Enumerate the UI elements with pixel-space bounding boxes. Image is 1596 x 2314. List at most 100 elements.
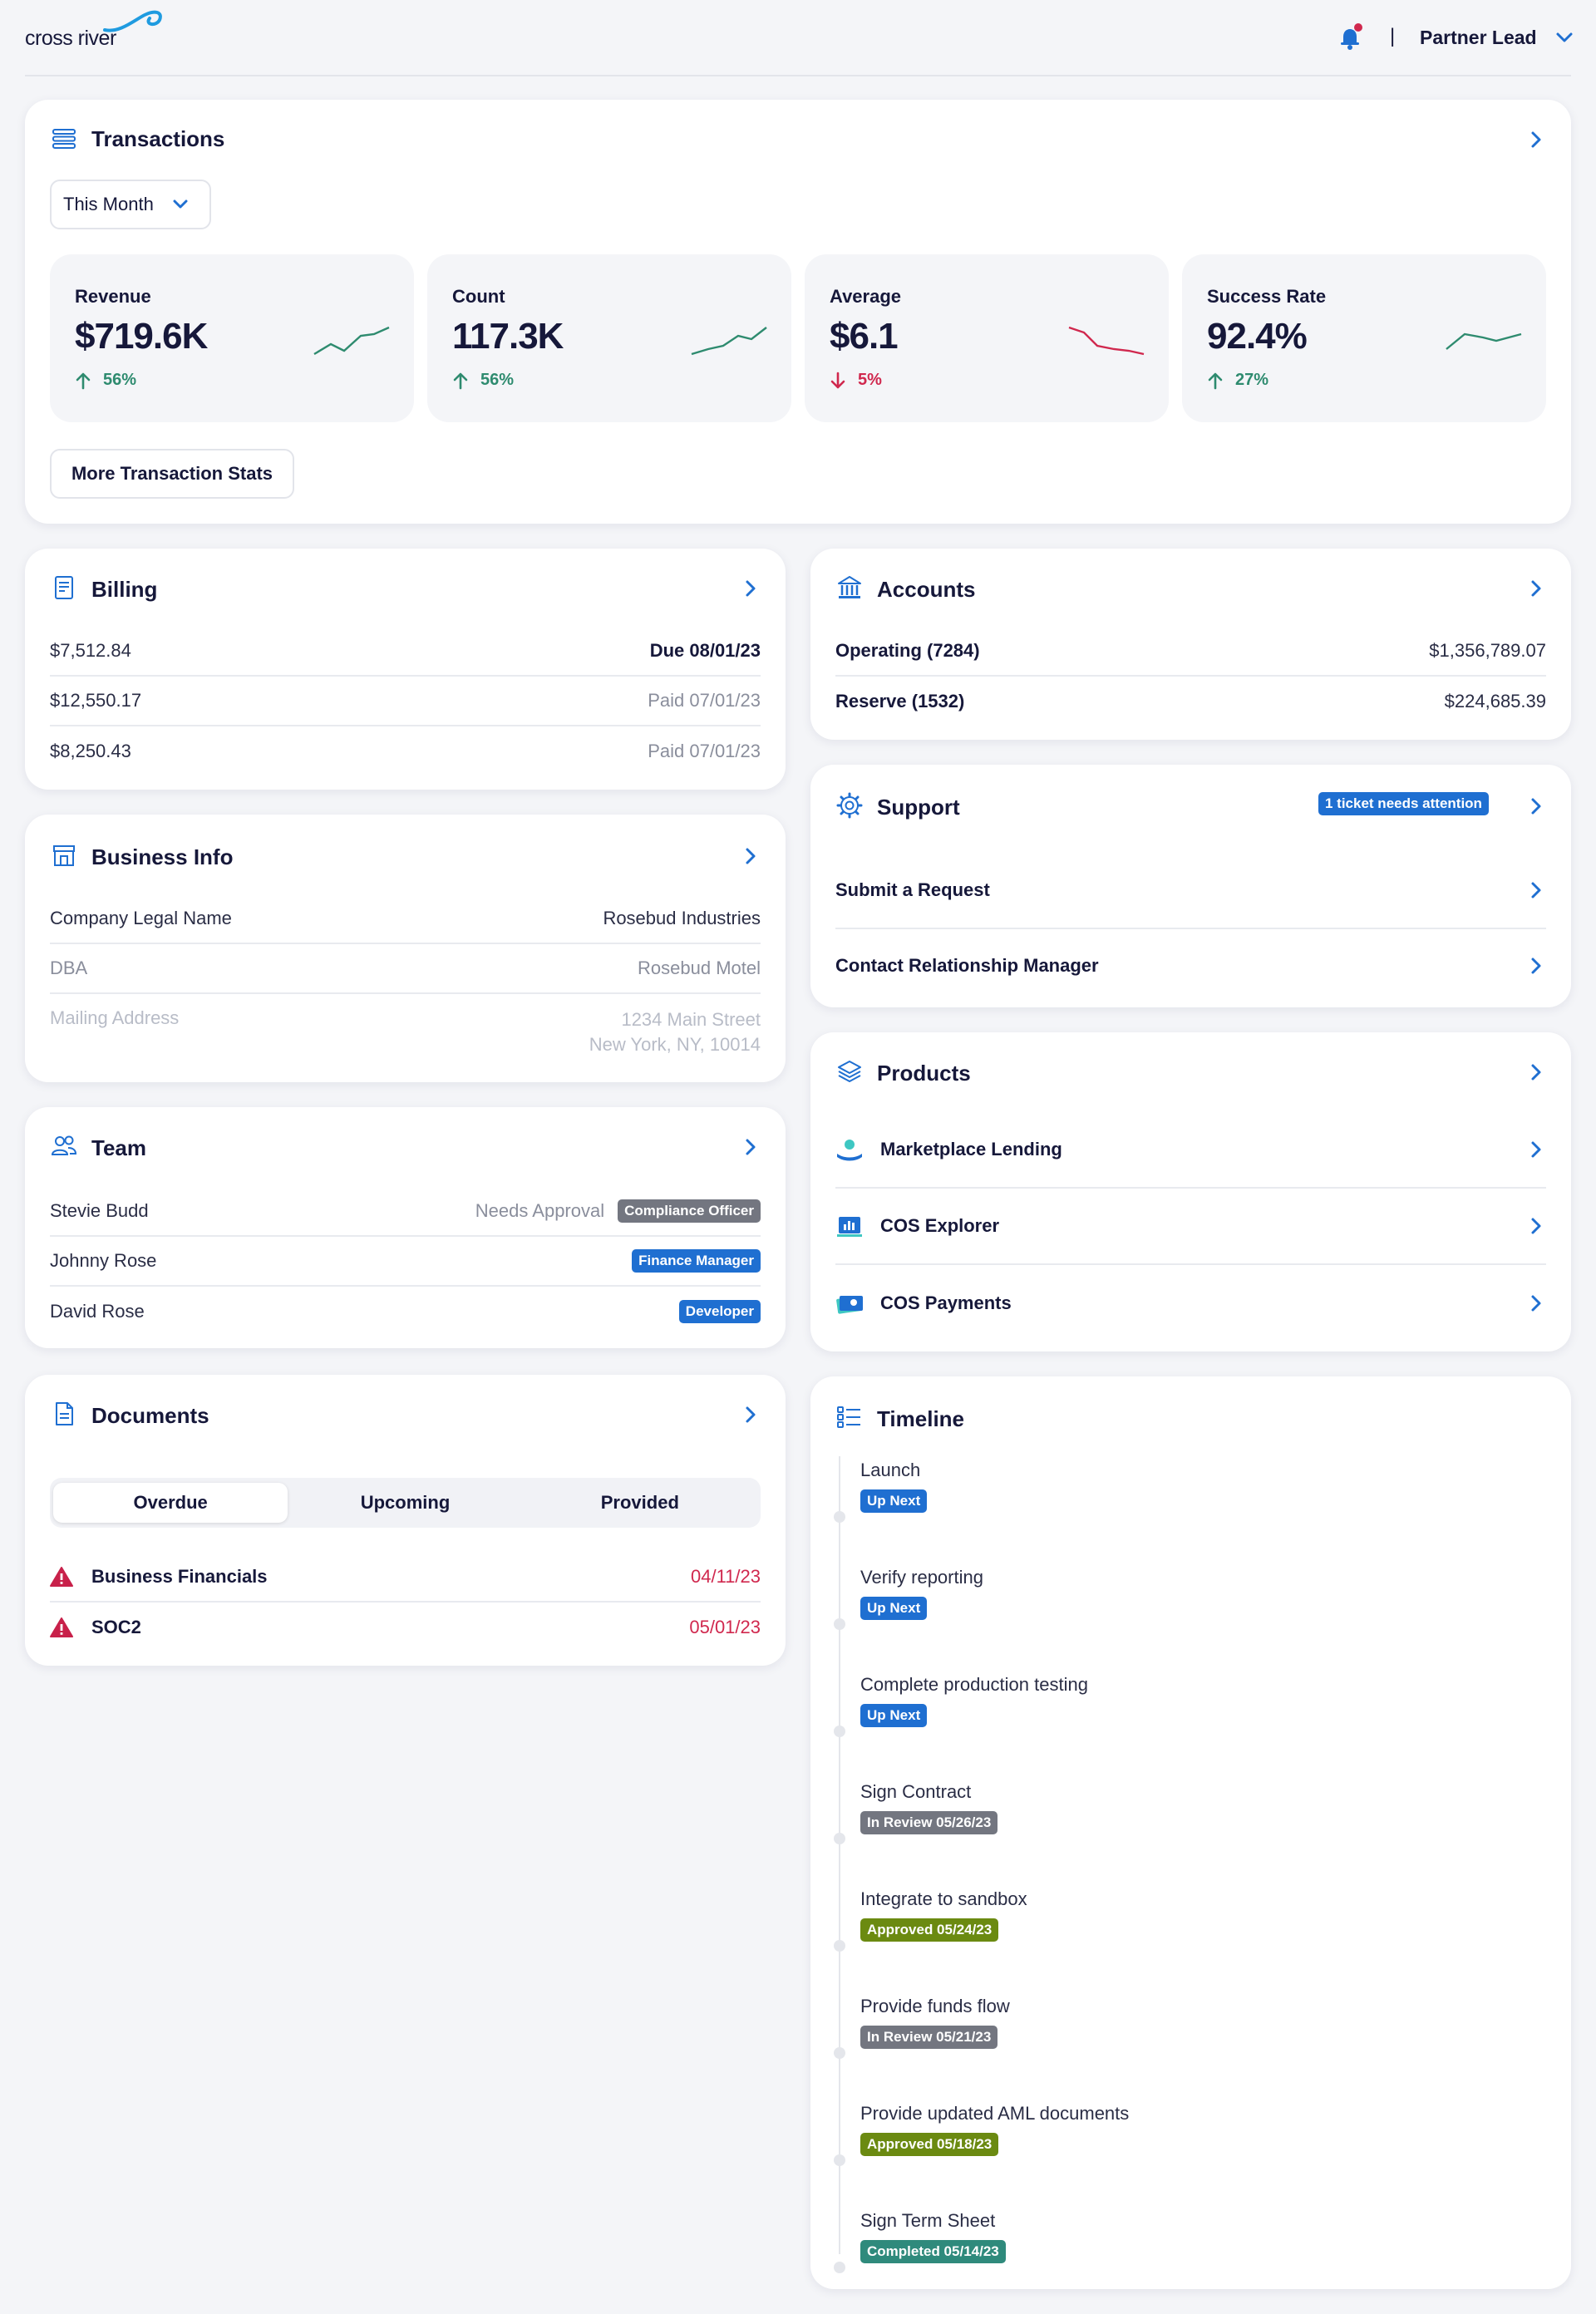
sparkline-chart (313, 326, 390, 356)
arrow-up-icon (453, 372, 468, 389)
timeline-item-title: Provide funds flow (860, 1996, 1010, 2016)
storefront-icon (53, 845, 75, 866)
stat-change: 56% (75, 371, 136, 390)
submit-request-link[interactable]: Submit a Request (835, 853, 1546, 929)
stat-card-revenue: Revenue $719.6K 56% (50, 254, 414, 422)
arrow-down-icon (830, 372, 845, 388)
chevron-right-icon[interactable] (1526, 578, 1546, 598)
sparkline-chart (1446, 332, 1522, 350)
document-icon (56, 1402, 73, 1425)
document-name: SOC2 (91, 1617, 141, 1637)
gear-icon (836, 792, 863, 819)
stat-change: 56% (452, 371, 514, 390)
user-role-label: Partner Lead (1420, 26, 1537, 48)
chevron-right-icon (1531, 958, 1541, 974)
timeline-item: Integrate to sandbox Approved 05/24/23 (834, 1888, 1027, 1952)
timeline-dot (834, 2262, 845, 2273)
logo[interactable]: cross river (25, 8, 162, 50)
member-name: David Rose (50, 1301, 145, 1322)
transactions-card: Transactions This Month Revenue $719.6K … (25, 100, 1571, 524)
info-value-line2: New York, NY, 10014 (589, 1034, 761, 1055)
lending-icon (837, 1140, 862, 1161)
documents-tabs: Overdue Upcoming Provided (50, 1478, 761, 1528)
billing-title: Billing (91, 577, 158, 602)
account-balance: $224,685.39 (1444, 691, 1546, 711)
chevron-right-icon (1531, 1141, 1541, 1158)
ticket-attention-badge[interactable]: 1 ticket needs attention (1318, 792, 1489, 815)
document-date: 05/01/23 (689, 1617, 761, 1637)
timeline-dot (834, 2154, 845, 2166)
team-member-row[interactable]: Johnny Rose Finance Manager (50, 1237, 761, 1287)
chevron-right-icon[interactable] (741, 578, 761, 598)
chevron-right-icon[interactable] (741, 1137, 761, 1157)
timeline-status-badge: Completed 05/14/23 (860, 2240, 1006, 2263)
team-member-row[interactable]: Stevie Budd Needs Approval Compliance Of… (50, 1187, 761, 1237)
notification-bell[interactable] (1337, 23, 1365, 52)
document-row[interactable]: SOC2 05/01/23 (50, 1603, 761, 1652)
product-cos-explorer[interactable]: COS Explorer (835, 1189, 1546, 1265)
checklist-icon (837, 1406, 860, 1428)
explorer-chart-icon (837, 1217, 862, 1237)
member-name: Stevie Budd (50, 1200, 149, 1221)
chevron-right-icon[interactable] (1526, 1062, 1546, 1082)
layers-icon (838, 1061, 861, 1082)
document-row[interactable]: Business Financials 04/11/23 (50, 1553, 761, 1603)
document-date: 04/11/23 (690, 1566, 761, 1587)
timeline-card: Timeline Launch Up Next Verify reporting Up… (810, 1376, 1571, 2289)
header-divider (25, 75, 1571, 76)
product-label: Marketplace Lending (880, 1139, 1062, 1159)
invoice-icon (55, 576, 73, 599)
info-value: Rosebud Industries (603, 908, 761, 928)
billing-row[interactable]: $12,550.17 Paid 07/01/23 (50, 677, 761, 726)
sparkline-chart (691, 327, 767, 356)
timeline-status-badge: In Review 05/26/23 (860, 1811, 998, 1834)
account-name: Operating (7284) (835, 640, 980, 661)
transactions-title: Transactions (91, 126, 225, 151)
billing-row[interactable]: $7,512.84 Due 08/01/23 (50, 627, 761, 677)
contact-relationship-manager-link[interactable]: Contact Relationship Manager (835, 929, 1546, 1002)
info-row: DBA Rosebud Motel (50, 944, 761, 994)
role-badge: Finance Manager (632, 1249, 761, 1273)
team-member-row[interactable]: David Rose Developer (50, 1287, 761, 1337)
chevron-right-icon (1531, 1218, 1541, 1234)
products-title: Products (877, 1061, 971, 1086)
chevron-right-icon[interactable] (741, 1405, 761, 1425)
timeline-item: Complete production testing Up Next (834, 1674, 1088, 1737)
support-card: Support 1 ticket needs attention Submit … (810, 765, 1571, 1007)
timeline-item-title: Provide updated AML documents (860, 2103, 1130, 2124)
timeline-dot (834, 1511, 845, 1523)
timeline-item-title: Sign Term Sheet (860, 2210, 996, 2231)
timeline-dot (834, 1833, 845, 1844)
period-select[interactable]: This Month (50, 180, 211, 229)
timeline-item: Provide funds flow In Review 05/21/23 (834, 1996, 1010, 2059)
timeline-status-badge: Up Next (860, 1489, 928, 1513)
timeline-dot (834, 1940, 845, 1952)
timeline-item: Sign Contract In Review 05/26/23 (834, 1781, 998, 1844)
timeline-status-badge: In Review 05/21/23 (860, 2026, 998, 2049)
product-marketplace-lending[interactable]: Marketplace Lending (835, 1112, 1546, 1189)
more-transaction-stats-button[interactable]: More Transaction Stats (50, 449, 294, 499)
account-row[interactable]: Operating (7284) $1,356,789.07 (835, 627, 1546, 677)
support-title: Support (877, 795, 960, 820)
timeline-item: Verify reporting Up Next (834, 1567, 983, 1630)
product-cos-payments[interactable]: COS Payments (835, 1265, 1546, 1342)
timeline-dot (834, 1618, 845, 1630)
user-menu[interactable]: Partner Lead (1420, 23, 1574, 52)
role-badge: Compliance Officer (618, 1199, 761, 1223)
documents-title: Documents (91, 1403, 209, 1428)
timeline-dot (834, 1726, 845, 1737)
chevron-right-icon[interactable] (1526, 130, 1546, 150)
support-item-label: Submit a Request (835, 879, 990, 900)
notification-dot (1354, 23, 1362, 32)
chevron-right-icon[interactable] (741, 846, 761, 866)
account-row[interactable]: Reserve (1532) $224,685.39 (835, 677, 1546, 726)
billing-row[interactable]: $8,250.43 Paid 07/01/23 (50, 726, 761, 776)
tab-overdue[interactable]: Overdue (53, 1483, 288, 1523)
warning-icon (50, 1567, 73, 1587)
tab-upcoming[interactable]: Upcoming (288, 1483, 522, 1523)
chevron-right-icon (1531, 882, 1541, 899)
chevron-right-icon[interactable] (1526, 796, 1546, 816)
billing-status: Paid 07/01/23 (648, 690, 761, 711)
tab-provided[interactable]: Provided (523, 1483, 757, 1523)
sparkline-chart (1068, 326, 1145, 356)
